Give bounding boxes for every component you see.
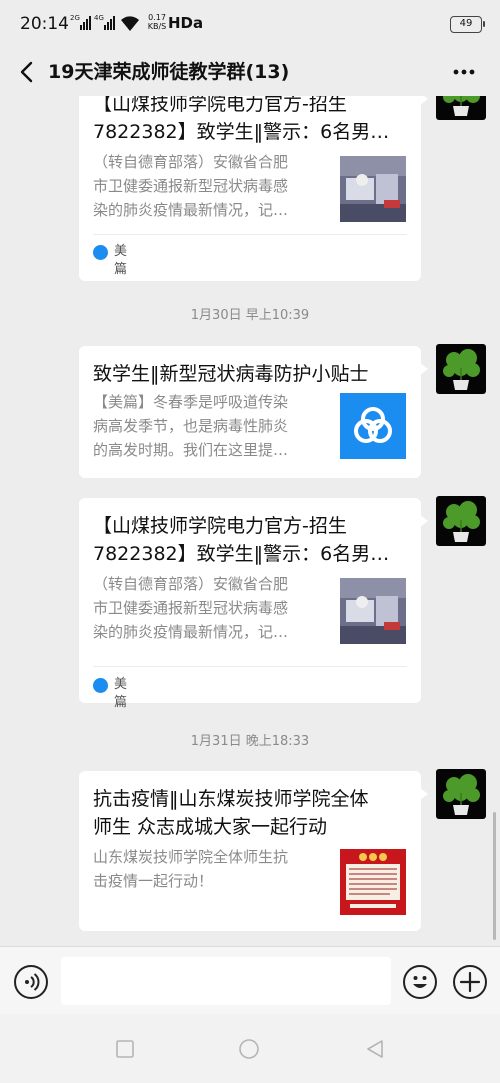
chat-header: 19天津荣成师徒教学群(13) [0, 48, 500, 96]
more-functions-button[interactable] [453, 965, 487, 999]
card-thumbnail [340, 578, 406, 644]
timestamp: 1月31日 晚上18:33 [190, 734, 310, 749]
status-bar: 20:14 2G 4G 0.17 KB/S HDa 49 [0, 0, 500, 48]
card-title: 【山煤技师学院电力官方-招生 7822382】致学生‖警示：6名男… [93, 96, 390, 143]
battery-level: 49 [459, 18, 473, 29]
sender-avatar[interactable] [436, 496, 486, 546]
card-divider [93, 666, 407, 667]
home-icon[interactable] [238, 1038, 260, 1060]
net-speed: 0.17 KB/S [147, 13, 167, 31]
plus-icon [459, 971, 481, 993]
timestamp: 1月30日 早上10:39 [190, 308, 310, 323]
emoji-icon [413, 976, 427, 988]
meipian-icon [93, 678, 108, 693]
red-poster-thumbnail [340, 849, 406, 915]
card-title: 【山煤技师学院电力官方-招生 7822382】致学生‖警示：6名男… [93, 515, 390, 565]
link-card[interactable]: 【山煤技师学院电力官方-招生 7822382】致学生‖警示：6名男… （转自德育… [79, 96, 428, 281]
sender-avatar[interactable] [436, 344, 486, 394]
more-options-icon[interactable] [452, 68, 476, 76]
link-card[interactable]: 【山煤技师学院电力官方-招生 7822382】致学生‖警示：6名男… （转自德育… [79, 498, 428, 710]
scrollbar[interactable] [493, 812, 496, 940]
battery-icon: 49 [450, 16, 485, 33]
network-type-label: HDa [168, 14, 204, 32]
back-triangle-icon[interactable] [364, 1038, 386, 1060]
card-description: 山东煤炭技师学院全体师生抗 击疫情一起行动！ [93, 848, 289, 890]
voice-button[interactable] [14, 965, 48, 999]
message-input[interactable] [61, 957, 391, 1005]
system-navigation-bar [0, 1014, 500, 1083]
card-title: 致学生‖新型冠状病毒防护小贴士 [93, 363, 369, 385]
status-time: 20:14 [20, 14, 69, 34]
meipian-icon [93, 245, 108, 260]
card-description: （转自德育部落）安徽省合肥 市卫健委通报新型冠状病毒感 染的肺炎疫情最新情况，记… [93, 153, 289, 219]
recents-icon[interactable] [114, 1038, 136, 1060]
card-thumbnail [340, 156, 406, 222]
link-card[interactable]: 抗击疫情‖山东煤炭技师学院全体 师生 众志成城大家一起行动 山东煤炭技师学院全体… [79, 771, 428, 931]
sender-avatar[interactable] [436, 96, 486, 120]
card-divider [93, 234, 407, 235]
sender-avatar[interactable] [436, 769, 486, 819]
meipian-logo-thumbnail [340, 393, 406, 459]
link-card[interactable]: 致学生‖新型冠状病毒防护小贴士 【美篇】冬春季是呼吸道传染 病高发季节，也是病毒… [79, 346, 428, 478]
message-list[interactable]: 【山煤技师学院电力官方-招生 7822382】致学生‖警示：6名男… （转自德育… [0, 96, 500, 946]
chat-title: 19天津荣成师徒教学群(13) [48, 61, 290, 83]
card-description: 【美篇】冬春季是呼吸道传染 病高发季节，也是病毒性肺炎 的高发时期。我们在这里提… [93, 393, 289, 459]
card-description: （转自德育部落）安徽省合肥 市卫健委通报新型冠状病毒感 染的肺炎疫情最新情况，记… [93, 575, 289, 641]
card-title: 抗击疫情‖山东煤炭技师学院全体 师生 众志成城大家一起行动 [93, 788, 369, 838]
back-arrow-icon[interactable] [16, 60, 38, 84]
input-bar [0, 946, 500, 1014]
voice-icon [25, 973, 40, 991]
emoji-button[interactable] [403, 965, 437, 999]
wifi-icon [121, 16, 139, 31]
